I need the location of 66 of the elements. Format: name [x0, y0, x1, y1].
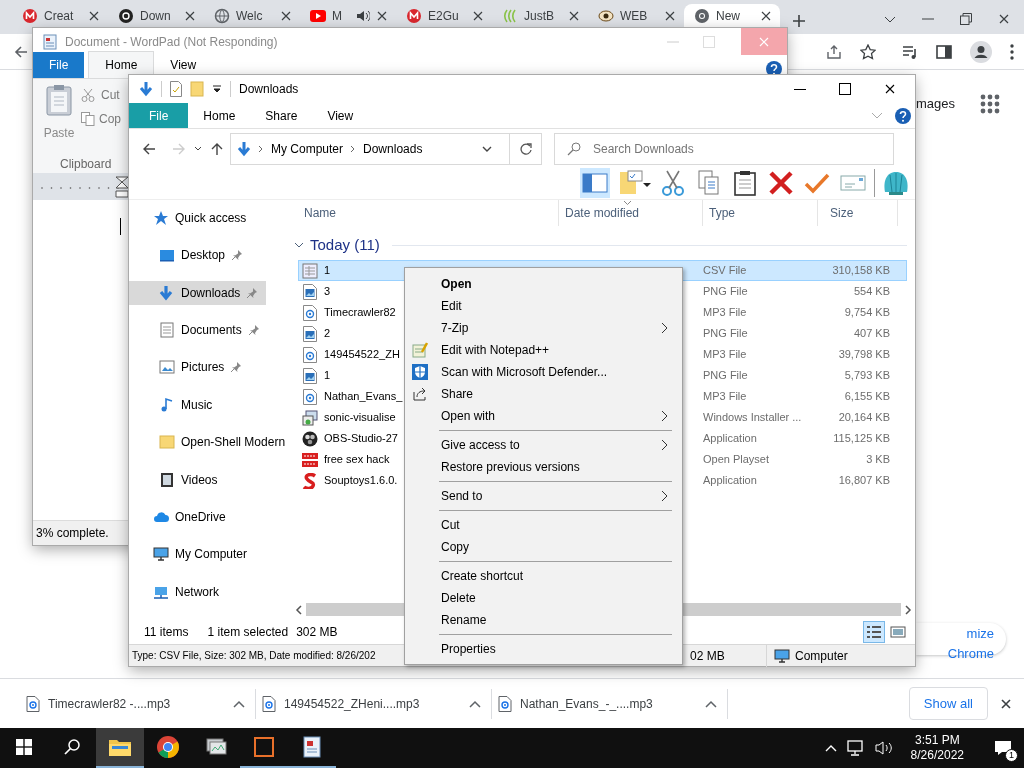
nav-label: OneDrive — [175, 508, 226, 526]
file-name: free sex hack — [324, 452, 390, 468]
nav-label: Desktop — [181, 247, 226, 265]
file-type: PNG File — [702, 326, 749, 342]
file-type: Windows Installer ... — [702, 410, 803, 426]
file-name: Timecrawler82 — [324, 305, 396, 321]
file-type: MP3 File — [702, 347, 748, 363]
nav-label: Open-Shell Modern — [181, 434, 286, 452]
file-size: 6,155 KB — [843, 389, 890, 405]
file-type: PNG File — [702, 284, 749, 300]
file-name: 2 — [324, 326, 331, 342]
window-title: Document - WordPad (Not Responding) — [65, 33, 278, 51]
file-size: 5,793 KB — [843, 368, 890, 384]
tab-title: E2Gu — [428, 8, 460, 25]
file-size: 20,164 KB — [837, 410, 890, 426]
file-name: Souptoys1.6.0. — [324, 473, 398, 489]
file-name: Nathan_Evans_-_....mp3 — [520, 695, 654, 713]
tab-title: Down — [140, 8, 172, 25]
file-name: 149454522_ZHeni....mp3 — [284, 695, 421, 713]
notification-count: 1 — [1005, 749, 1018, 762]
file-type: MP3 File — [702, 305, 748, 321]
file-type: Application — [702, 431, 758, 447]
nav-label: Pictures — [181, 359, 225, 377]
selection-count: 1 item selected — [207, 624, 289, 641]
file-name: Nathan_Evans_ — [324, 389, 403, 405]
details-size: 02 MB — [689, 647, 726, 665]
location-text: Computer — [795, 647, 848, 665]
file-size: 9,754 KB — [843, 305, 890, 321]
file-name: Timecrawler82 -....mp3 — [48, 695, 172, 713]
file-name: 1 — [324, 368, 331, 384]
tab-title: JustB — [524, 8, 555, 25]
file-name: 3 — [324, 284, 331, 300]
file-size: 115,125 KB — [832, 431, 890, 447]
file-size: 16,807 KB — [837, 473, 890, 489]
file-name: 1 — [324, 263, 331, 279]
nav-label: Documents — [181, 322, 242, 340]
file-size: 554 KB — [852, 284, 890, 300]
file-size: 3 KB — [865, 452, 890, 468]
file-size: 407 KB — [852, 326, 890, 342]
file-size: 310,158 KB — [831, 263, 890, 279]
file-name: OBS-Studio-27 — [324, 431, 398, 447]
nav-label: My Computer — [175, 546, 248, 564]
details-text: Type: CSV File, Size: 302 MB, Date modified: 8/26/202 — [132, 649, 376, 663]
tab-title: WEB — [620, 8, 649, 25]
file-type: PNG File — [702, 368, 749, 384]
tab-title: M — [332, 8, 343, 25]
selection-size: 302 MB — [296, 624, 338, 641]
tab-title: New — [716, 8, 741, 25]
file-type: CSV File — [702, 263, 748, 279]
tab-title: Welc — [236, 8, 264, 25]
file-type: MP3 File — [702, 389, 748, 405]
file-type: Application — [702, 473, 758, 489]
group-label: Clipboard — [60, 156, 112, 173]
nav-label: Quick access — [175, 210, 247, 227]
file-size: 39,798 KB — [837, 347, 890, 363]
file-type: Open Playset — [702, 452, 771, 468]
nav-label: Downloads — [181, 284, 241, 302]
nav-label: Music — [181, 396, 213, 414]
status-text: 3% complete. — [36, 525, 109, 542]
nav-label: Network — [175, 583, 219, 601]
tab-title: Creat — [44, 8, 75, 25]
item-count: 11 items — [144, 624, 189, 641]
window-title: Downloads — [239, 81, 299, 98]
file-name: sonic-visualise — [324, 410, 396, 426]
file-name: 149454522_ZH — [324, 347, 400, 363]
nav-label: Videos — [181, 471, 218, 489]
